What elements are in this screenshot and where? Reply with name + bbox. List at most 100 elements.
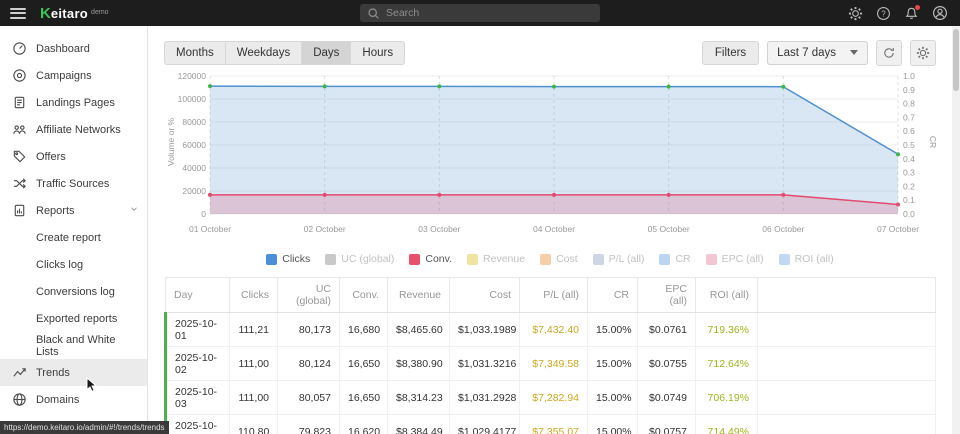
tab-months[interactable]: Months	[164, 41, 226, 65]
filters-button[interactable]: Filters	[702, 41, 759, 65]
chart-settings-button[interactable]	[910, 40, 936, 66]
svg-text:1.0: 1.0	[903, 71, 915, 81]
legend-label: EPC (all)	[722, 253, 764, 265]
legend-item[interactable]: ROI (all)	[779, 253, 834, 265]
legend-swatch	[266, 254, 277, 265]
cell: 712.64%	[696, 347, 758, 381]
chart-legend: Clicks UC (global) Conv. Revenue Cost P/L (al…	[164, 249, 936, 269]
cell: 16,650	[340, 347, 388, 381]
tab-weekdays[interactable]: Weekdays	[225, 41, 302, 65]
notification-dot	[915, 5, 920, 10]
cell: 15.00%	[588, 415, 638, 434]
svg-text:20000: 20000	[182, 186, 206, 196]
column-header[interactable]: CR	[588, 278, 638, 313]
column-header[interactable]: Cost	[450, 278, 520, 313]
column-header[interactable]: Revenue	[388, 278, 450, 313]
notifications-bell-icon[interactable]	[903, 5, 920, 22]
keitaro-logo[interactable]: Keitaro demo	[40, 5, 109, 22]
shuffle-icon	[12, 176, 27, 191]
toolbar: Months Weekdays Days Hours Filters Last …	[164, 39, 936, 66]
svg-text:0: 0	[201, 209, 206, 219]
svg-text:40000: 40000	[182, 163, 206, 173]
legend-item[interactable]: UC (global)	[325, 253, 394, 265]
refresh-button[interactable]	[876, 40, 902, 66]
legend-swatch	[659, 254, 670, 265]
sidebar-item-clicks-log[interactable]: Clicks log	[0, 251, 147, 278]
legend-label: Conv.	[425, 253, 452, 265]
sidebar-item-traffic-sources[interactable]: Traffic Sources	[0, 170, 147, 197]
sidebar-item-domains[interactable]: Domains	[0, 386, 147, 413]
cell: $8,384.49	[388, 415, 450, 434]
column-header[interactable]: Clicks	[230, 278, 278, 313]
legend-label: Clicks	[282, 253, 310, 265]
sidebar-item-reports[interactable]: Reports	[0, 197, 147, 224]
svg-text:100000: 100000	[178, 94, 207, 104]
trends-chart: 0200004000060000800001000001200000.00.10…	[164, 70, 936, 247]
period-tabs: Months Weekdays Days Hours	[164, 41, 404, 65]
svg-text:Volume or %: Volume or %	[166, 117, 176, 166]
globe-icon	[12, 392, 27, 407]
column-header[interactable]: EPC (all)	[638, 278, 696, 313]
vertical-scrollbar[interactable]	[952, 26, 960, 434]
sidebar-item-label: Conversions log	[36, 286, 115, 298]
sidebar-item-offers[interactable]: Offers	[0, 143, 147, 170]
cell-filler	[758, 313, 936, 347]
column-header[interactable]: Conv.	[340, 278, 388, 313]
legend-item[interactable]: Clicks	[266, 253, 310, 265]
legend-label: Revenue	[483, 253, 525, 265]
cell: 16,680	[340, 313, 388, 347]
sidebar-item-black-white-lists[interactable]: Black and White Lists	[0, 332, 147, 359]
sidebar-item-landings-pages[interactable]: Landings Pages	[0, 89, 147, 116]
cell: 80,057	[278, 381, 340, 415]
svg-text:01 October: 01 October	[189, 224, 231, 234]
sidebar-item-label: Create report	[36, 232, 101, 244]
report-icon	[12, 203, 27, 218]
legend-swatch	[779, 254, 790, 265]
column-header[interactable]: P/L (all)	[520, 278, 588, 313]
cell: 2025-10-01	[166, 313, 230, 347]
scrollbar-thumb[interactable]	[953, 29, 959, 91]
column-header[interactable]: ROI (all)	[696, 278, 758, 313]
table-row[interactable]: 2025-10-03111,0080,05716,650$8,314.23$1,…	[166, 381, 936, 415]
legend-item[interactable]: EPC (all)	[706, 253, 764, 265]
svg-text:0.5: 0.5	[903, 140, 915, 150]
search-input[interactable]	[386, 7, 593, 19]
global-search[interactable]	[360, 4, 600, 22]
table-row[interactable]: 2025-10-01111,2180,17316,680$8,465.60$1,…	[166, 313, 936, 347]
sidebar-item-campaigns[interactable]: Campaigns	[0, 62, 147, 89]
column-header-filler	[758, 278, 936, 313]
sidebar-item-dashboard[interactable]: Dashboard	[0, 35, 147, 62]
chevron-down-icon	[850, 50, 858, 55]
column-header[interactable]: UC (global)	[278, 278, 340, 313]
sidebar-item-conversions-log[interactable]: Conversions log	[0, 278, 147, 305]
target-icon	[12, 68, 27, 83]
sidebar-item-affiliate-networks[interactable]: Affiliate Networks	[0, 116, 147, 143]
sidebar-item-trends[interactable]: Trends	[0, 359, 147, 386]
sidebar-item-label: Campaigns	[36, 70, 92, 82]
legend-item[interactable]: Revenue	[467, 253, 525, 265]
column-header[interactable]: Day	[166, 278, 230, 313]
date-range-select[interactable]: Last 7 days	[767, 41, 868, 65]
table-row[interactable]: 2025-10-04110,8079,82316,620$8,384.49$1,…	[166, 415, 936, 434]
legend-item[interactable]: Cost	[540, 253, 578, 265]
legend-item[interactable]: CR	[659, 253, 690, 265]
sidebar-item-label: Landings Pages	[36, 97, 115, 109]
legend-item[interactable]: Conv.	[409, 253, 452, 265]
cell: 706.19%	[696, 381, 758, 415]
settings-gear-icon[interactable]	[847, 5, 864, 22]
tab-days[interactable]: Days	[301, 41, 351, 65]
hamburger-menu-icon[interactable]	[10, 8, 26, 19]
tab-hours[interactable]: Hours	[350, 41, 405, 65]
help-icon[interactable]: ?	[875, 5, 892, 22]
svg-text:0.0: 0.0	[903, 209, 915, 219]
legend-swatch	[706, 254, 717, 265]
table-row[interactable]: 2025-10-02111,0080,12416,650$8,380.90$1,…	[166, 347, 936, 381]
sidebar-item-exported-reports[interactable]: Exported reports	[0, 305, 147, 332]
legend-label: P/L (all)	[609, 253, 645, 265]
user-avatar[interactable]	[931, 5, 948, 22]
mouse-cursor	[86, 377, 99, 399]
legend-item[interactable]: P/L (all)	[593, 253, 645, 265]
sidebar-item-create-report[interactable]: Create report	[0, 224, 147, 251]
sidebar-item-label: Clicks log	[36, 259, 83, 271]
dashboard-icon	[12, 41, 27, 56]
